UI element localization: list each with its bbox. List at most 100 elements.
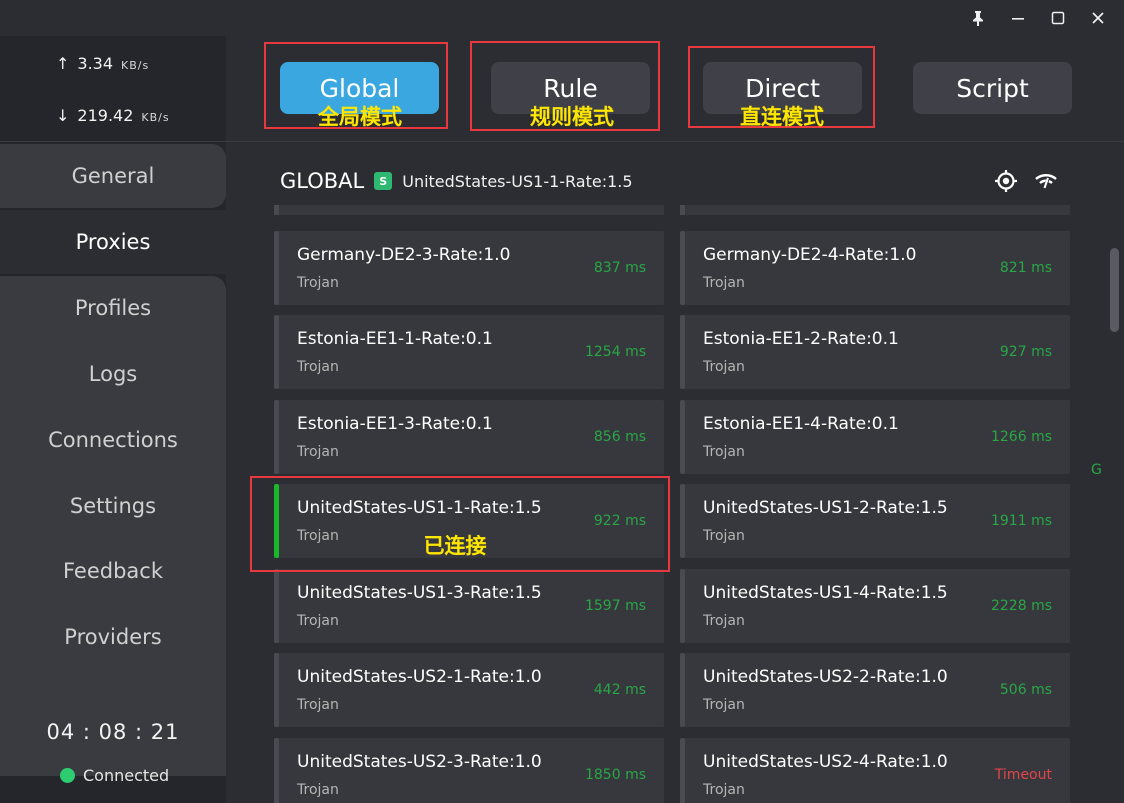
close-icon[interactable] — [1080, 0, 1116, 36]
nav-item-logs[interactable]: Logs — [0, 342, 226, 406]
connection-status-label: Connected — [83, 766, 170, 785]
proxy-latency[interactable]: 1254 ms — [585, 344, 646, 360]
proxy-latency[interactable]: 821 ms — [1000, 260, 1052, 276]
proxy-name: Estonia-EE1-3-Rate:0.1 — [297, 414, 493, 434]
nav-item-providers[interactable]: Providers — [0, 605, 226, 669]
nav-item-settings[interactable]: Settings — [0, 474, 226, 538]
proxy-name: Estonia-EE1-4-Rate:0.1 — [703, 414, 899, 434]
group-title: GLOBAL — [280, 169, 365, 193]
maximize-icon[interactable] — [1040, 0, 1076, 36]
proxy-indicator — [274, 653, 279, 727]
side-letter: G — [1091, 462, 1102, 478]
proxy-card[interactable]: UnitedStates-US2-1-Rate:1.0 Trojan 442 m… — [274, 653, 664, 727]
proxy-type: Trojan — [297, 444, 339, 460]
proxy-card[interactable]: UnitedStates-US2-4-Rate:1.0 Trojan Timeo… — [680, 738, 1070, 803]
upload-speed: ↑ 3.34 KB/s — [56, 54, 149, 73]
proxy-latency[interactable]: 1597 ms — [585, 598, 646, 614]
proxy-name: Estonia-EE1-1-Rate:0.1 — [297, 329, 493, 349]
proxy-indicator — [274, 231, 279, 305]
proxy-latency[interactable]: 1850 ms — [585, 767, 646, 783]
proxy-type: Trojan — [703, 359, 745, 375]
proxy-type: Trojan — [297, 782, 339, 798]
sidebar: ↑ 3.34 KB/s ↓ 219.42 KB/s General Proxie… — [0, 36, 226, 803]
traffic-panel: ↑ 3.34 KB/s ↓ 219.42 KB/s — [0, 36, 226, 142]
nav-item-general[interactable]: General — [0, 144, 226, 208]
proxy-indicator — [274, 400, 279, 474]
proxy-name: Germany-DE2-3-Rate:1.0 — [297, 245, 511, 265]
proxy-latency[interactable]: 442 ms — [594, 682, 646, 698]
proxy-card[interactable]: UnitedStates-US1-2-Rate:1.5 Trojan 1911 … — [680, 484, 1070, 558]
proxy-latency[interactable]: 837 ms — [594, 260, 646, 276]
proxy-name: UnitedStates-US2-1-Rate:1.0 — [297, 667, 542, 687]
nav-item-feedback[interactable]: Feedback — [0, 539, 226, 603]
proxy-type: Trojan — [703, 275, 745, 291]
proxy-indicator — [680, 231, 685, 305]
proxy-indicator — [680, 653, 685, 727]
proxy-name: UnitedStates-US2-2-Rate:1.0 — [703, 667, 948, 687]
proxy-latency[interactable]: 1266 ms — [991, 429, 1052, 445]
proxy-group-header: GLOBAL S UnitedStates-US1-1-Rate:1.5 — [280, 168, 633, 194]
scrollbar-thumb[interactable] — [1110, 248, 1119, 332]
proxy-indicator — [680, 484, 685, 558]
proxy-indicator — [680, 400, 685, 474]
proxy-card[interactable]: Germany-DE2-3-Rate:1.0 Trojan 837 ms — [274, 231, 664, 305]
proxy-type: Trojan — [703, 613, 745, 629]
annotation-direct-label: 直连模式 — [740, 105, 824, 129]
download-arrow-icon: ↓ — [56, 106, 70, 125]
uptime-clock: 04 : 08 : 21 — [46, 720, 180, 744]
proxy-indicator — [680, 738, 685, 803]
proxy-name: Germany-DE2-4-Rate:1.0 — [703, 245, 917, 265]
proxy-latency[interactable]: 927 ms — [1000, 344, 1052, 360]
connection-status: Connected — [60, 766, 169, 785]
crosshair-icon[interactable] — [993, 168, 1019, 194]
proxy-name: UnitedStates-US1-4-Rate:1.5 — [703, 583, 948, 603]
proxy-name: Estonia-EE1-2-Rate:0.1 — [703, 329, 899, 349]
proxy-latency[interactable]: 1911 ms — [991, 513, 1052, 529]
minimize-icon[interactable] — [1000, 0, 1036, 36]
proxy-card[interactable]: Estonia-EE1-3-Rate:0.1 Trojan 856 ms — [274, 400, 664, 474]
nav-item-proxies[interactable]: Proxies — [0, 210, 226, 274]
proxy-name: UnitedStates-US2-4-Rate:1.0 — [703, 752, 948, 772]
proxy-latency-timeout[interactable]: Timeout — [995, 767, 1052, 783]
upload-arrow-icon: ↑ — [56, 54, 70, 73]
group-type-badge: S — [374, 172, 393, 190]
proxy-card-partial[interactable] — [274, 205, 664, 215]
proxy-name: UnitedStates-US1-2-Rate:1.5 — [703, 498, 948, 518]
title-bar — [0, 0, 1124, 36]
nav-item-profiles[interactable]: Profiles — [0, 276, 226, 340]
proxy-card[interactable]: UnitedStates-US2-3-Rate:1.0 Trojan 1850 … — [274, 738, 664, 803]
proxy-name: UnitedStates-US2-3-Rate:1.0 — [297, 752, 542, 772]
proxy-name: UnitedStates-US1-3-Rate:1.5 — [297, 583, 542, 603]
sidebar-divider — [0, 668, 226, 669]
proxy-type: Trojan — [703, 528, 745, 544]
proxy-type: Trojan — [297, 275, 339, 291]
proxy-card[interactable]: Estonia-EE1-2-Rate:0.1 Trojan 927 ms — [680, 315, 1070, 389]
download-speed: ↓ 219.42 KB/s — [56, 106, 170, 125]
proxy-type: Trojan — [703, 444, 745, 460]
nav-item-connections[interactable]: Connections — [0, 408, 226, 472]
upload-value: 3.34 — [77, 54, 114, 73]
proxy-latency[interactable]: 506 ms — [1000, 682, 1052, 698]
proxy-card[interactable]: Estonia-EE1-1-Rate:0.1 Trojan 1254 ms — [274, 315, 664, 389]
download-unit: KB/s — [141, 111, 170, 124]
proxy-latency[interactable]: 2228 ms — [991, 598, 1052, 614]
proxy-card[interactable]: UnitedStates-US1-3-Rate:1.5 Trojan 1597 … — [274, 569, 664, 643]
proxy-type: Trojan — [703, 782, 745, 798]
upload-unit: KB/s — [121, 59, 150, 72]
proxy-type: Trojan — [297, 359, 339, 375]
proxy-card[interactable]: Estonia-EE1-4-Rate:0.1 Trojan 1266 ms — [680, 400, 1070, 474]
annotation-rule-label: 规则模式 — [530, 105, 614, 129]
proxy-indicator — [274, 315, 279, 389]
pin-icon[interactable] — [960, 0, 996, 36]
proxy-indicator — [680, 569, 685, 643]
proxy-latency[interactable]: 856 ms — [594, 429, 646, 445]
mode-script-button[interactable]: Script — [913, 62, 1072, 114]
proxy-card-partial[interactable] — [680, 205, 1070, 215]
proxy-type: Trojan — [297, 613, 339, 629]
download-value: 219.42 — [77, 106, 134, 125]
proxy-card[interactable]: UnitedStates-US2-2-Rate:1.0 Trojan 506 m… — [680, 653, 1070, 727]
proxy-card[interactable]: UnitedStates-US1-4-Rate:1.5 Trojan 2228 … — [680, 569, 1070, 643]
proxy-card[interactable]: Germany-DE2-4-Rate:1.0 Trojan 821 ms — [680, 231, 1070, 305]
proxy-type: Trojan — [703, 697, 745, 713]
wifi-speed-icon[interactable] — [1033, 168, 1059, 194]
